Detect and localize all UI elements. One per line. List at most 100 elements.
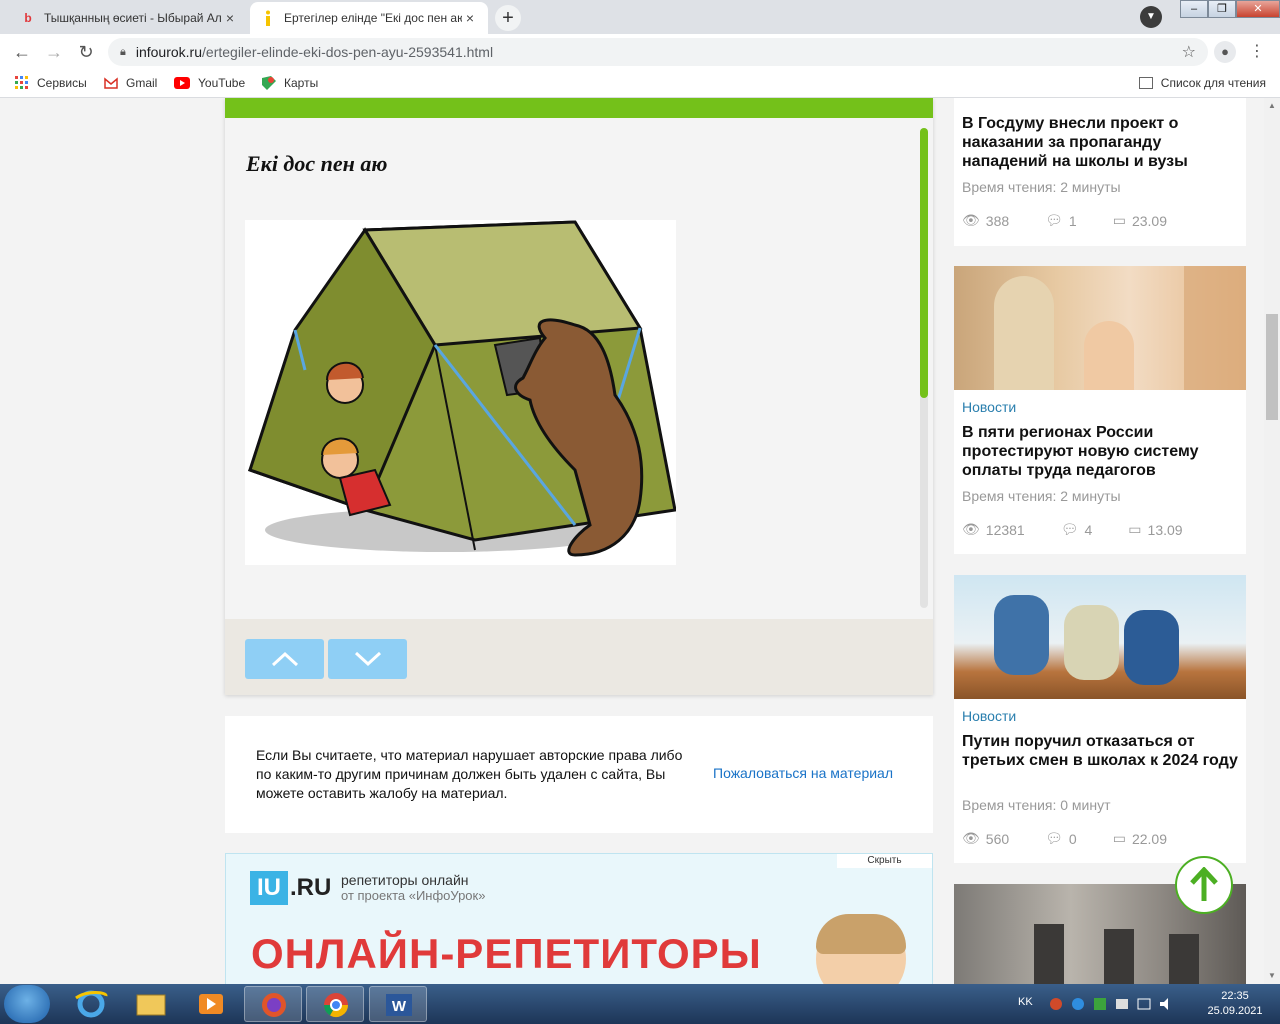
tab-close-icon[interactable]: × [222,10,238,26]
taskbar-word-icon[interactable]: W [369,986,427,1022]
window-controls: – ❐ ✕ [1180,0,1280,20]
bookmark-star-icon[interactable]: ☆ [1182,42,1196,62]
news-date: 22.09 [1131,830,1167,847]
bilimland-favicon-icon: b [24,11,32,25]
news-date: 13.09 [1147,521,1183,538]
tab-close-icon[interactable]: × [462,10,478,26]
scroll-to-top-button[interactable] [1175,856,1233,914]
page-scrollbar-thumb[interactable] [1266,314,1278,420]
news-category[interactable]: Новости [962,708,1016,724]
calendar-icon: ▭ [1112,212,1126,228]
news-photo-students[interactable] [954,575,1246,699]
taskbar-ie-icon[interactable] [62,986,120,1022]
news-comments: 0 [1068,830,1077,847]
apps-grid-icon [15,76,28,89]
report-link[interactable]: Пожаловаться на материал [713,765,893,781]
kebab-menu-icon[interactable]: ⋮ [1248,40,1266,64]
url-path: /ertegiler-elinde-eki-dos-pen-ayu-259354… [202,44,494,60]
news-comments: 4 [1084,521,1093,538]
news-meta: 👁︎ 560 💬︎ 0 ▭ 22.09 [962,830,1203,847]
chevron-up-icon [271,651,298,667]
bookmark-label: YouTube [198,76,246,90]
profile-avatar-icon[interactable]: ● [1214,41,1236,63]
scroll-up-arrow-icon[interactable]: ▲ [1264,98,1280,114]
news-headline[interactable]: В пяти регионах России протестируют нову… [962,423,1238,480]
bookmark-label: Сервисы [37,76,87,90]
page-viewport: Екі дос пен аю Если Вы считаете, что мат… [0,98,1264,984]
reading-list-icon [1138,77,1153,89]
news-category[interactable]: Новости [962,399,1016,415]
taskbar-clock[interactable]: 22:35 25.09.2021 [1202,989,1268,1019]
reading-list-label: Список для чтения [1160,76,1266,90]
news-headline[interactable]: Путин поручил отказаться от третьих смен… [962,732,1238,770]
scroll-down-arrow-icon[interactable]: ▼ [1264,968,1280,984]
close-window-icon[interactable]: ✕ [1236,0,1280,18]
news-meta: 👁︎ 388 💬︎ 1 ▭ 23.09 [962,212,1203,229]
news-read-time: Время чтения: 2 минуты [962,179,1121,195]
page-navigation [225,619,933,695]
tab-1[interactable]: b Тышқанның өсиеті - Ыбырай Ал × [10,2,248,34]
browser-toolbar: ← → ↻ 🔒︎ infourok.ru/ertegiler-elinde-ek… [0,34,1280,70]
document-title: Екі дос пен аю [246,151,388,176]
copyright-report-box: Если Вы считаете, что материал нарушает … [225,716,933,833]
news-card[interactable]: В Госдуму внесли проект о наказании за п… [954,98,1246,246]
bookmark-maps[interactable]: Карты [262,76,318,90]
news-card[interactable]: Новости В пяти регионах России протестир… [954,266,1246,554]
viewer-scrollbar[interactable] [920,128,928,608]
tray-icons[interactable] [1048,996,1188,1012]
ad-tagline: репетиторы онлайн [341,872,469,888]
tab-title: Ертегілер елінде "Екі дос пен аю [284,11,462,25]
tab-search-icon[interactable]: ▼ [1140,6,1162,28]
page-scrollbar[interactable]: ▲ ▼ [1264,98,1280,984]
language-indicator[interactable]: KK [1018,996,1033,1008]
news-read-time: Время чтения: 0 минут [962,797,1111,813]
back-icon[interactable]: ← [10,41,34,63]
document-viewer: Екі дос пен аю [225,98,933,695]
next-page-button[interactable] [328,639,407,679]
infourok-favicon-icon [260,10,276,26]
maximize-icon[interactable]: ❐ [1208,0,1236,18]
reload-icon[interactable]: ↻ [74,41,98,63]
bookmark-label: Карты [284,76,319,90]
iu-logo-text: .RU [290,874,332,901]
tutors-ad-banner[interactable]: Скрыть IU .RU репетиторы онлайн от проек… [225,853,933,984]
ad-subtagline: от проекта «ИнфоУрок» [341,888,486,903]
tab-title: Тышқанның өсиеті - Ыбырай Ал [44,11,222,25]
taskbar-chrome-icon[interactable] [306,986,364,1022]
bookmark-youtube[interactable]: YouTube [174,76,245,90]
youtube-icon [174,77,190,89]
news-meta: 👁︎ 12381 💬︎ 4 ▭ 13.09 [962,521,1219,538]
taskbar-firefox-icon[interactable] [244,986,302,1022]
windows-taskbar: W KK 22:35 25.09.2021 [0,984,1280,1024]
reading-list[interactable]: Список для чтения [1138,76,1266,90]
iu-logo-box: IU [250,871,288,905]
address-bar[interactable]: 🔒︎ infourok.ru/ertegiler-elinde-eki-dos-… [108,38,1208,66]
arrow-up-icon [1190,867,1218,901]
comment-icon: 💬︎ [1045,212,1063,228]
comment-icon: 💬︎ [1060,521,1079,537]
start-button[interactable] [4,985,50,1023]
eye-icon: 👁︎ [962,830,980,846]
system-tray: KK 22:35 25.09.2021 [1018,984,1268,1024]
news-read-time: Время чтения: 2 минуты [962,488,1121,504]
taskbar-explorer-icon[interactable] [122,986,180,1022]
minimize-icon[interactable]: – [1180,0,1208,18]
ad-headline: ОНЛАЙН-РЕПЕТИТОРЫ [251,930,762,977]
news-views: 388 [985,212,1010,229]
bookmark-gmail[interactable]: Gmail [104,76,157,90]
news-headline[interactable]: В Госдуму внесли проект о наказании за п… [962,114,1238,171]
new-tab-button[interactable]: + [495,5,521,31]
viewer-scrollbar-thumb[interactable] [920,128,928,398]
url-domain: infourok.ru [135,44,203,60]
hide-ad-button[interactable]: Скрыть [837,854,932,868]
forward-icon[interactable]: → [42,41,66,63]
tab-2-active[interactable]: Ертегілер елінде "Екі дос пен аю × [250,2,488,34]
previous-page-button[interactable] [245,639,324,679]
tab-strip: b Тышқанның өсиеті - Ыбырай Ал × Ертегіл… [0,0,1280,34]
bookmark-services[interactable]: Сервисы [15,76,87,90]
news-photo-teacher[interactable] [954,266,1246,390]
calendar-icon: ▭ [1128,521,1142,537]
bookmarks-bar: Сервисы Gmail YouTube Карты Список для ч… [0,70,1280,98]
taskbar-media-player-icon[interactable] [182,986,240,1022]
news-card[interactable]: Новости Путин поручил отказаться от трет… [954,575,1246,863]
